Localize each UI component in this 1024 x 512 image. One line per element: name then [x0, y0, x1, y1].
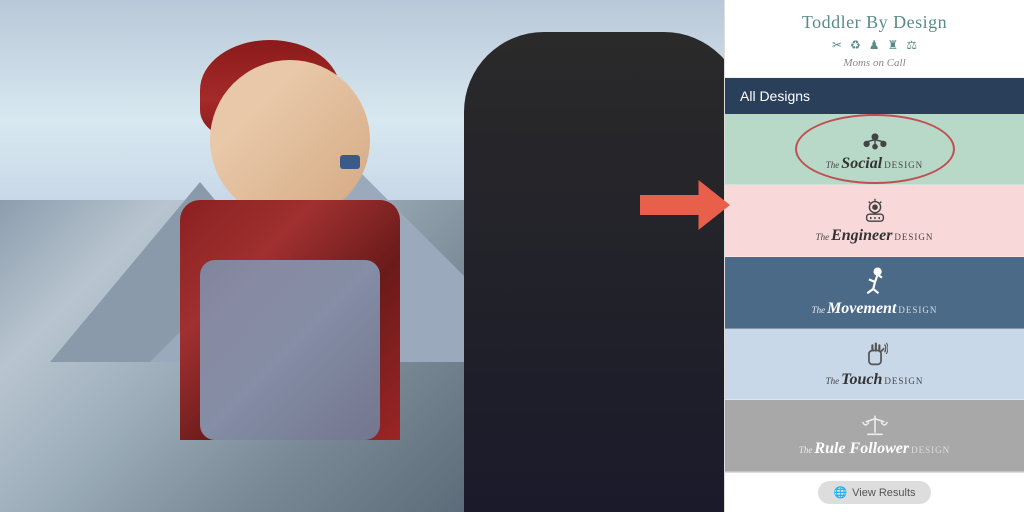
- design-item-touch[interactable]: The Touch Design: [725, 329, 1024, 401]
- movement-the: The: [812, 305, 826, 315]
- social-label: The Social Design: [826, 155, 923, 173]
- app-header: Toddler By Design ✂ ♻ ♟ ♜ ⚖ Moms on Call: [725, 0, 1024, 78]
- movement-icon: [862, 267, 888, 297]
- rule-follower-the: The: [799, 445, 813, 455]
- social-name: Social: [841, 155, 882, 173]
- app-subtitle: Moms on Call: [740, 57, 1009, 69]
- chess-icon: ♟: [869, 38, 880, 53]
- engineer-the: The: [816, 232, 830, 242]
- touch-label: The Touch Design: [826, 371, 924, 389]
- rook-icon: ♜: [888, 38, 899, 53]
- design-item-rule-follower[interactable]: The Rule Follower Design: [725, 400, 1024, 472]
- rule-follower-label: The Rule Follower Design: [799, 440, 950, 458]
- rule-follower-icon: [861, 413, 889, 437]
- social-network-icon: [861, 125, 889, 153]
- view-results-button[interactable]: 🌐 View Results: [818, 481, 930, 504]
- recycle-icon: ♻: [850, 38, 861, 53]
- app-icon-row: ✂ ♻ ♟ ♜ ⚖: [740, 38, 1009, 53]
- touch-name: Touch: [841, 371, 882, 389]
- view-results-label: View Results: [852, 487, 915, 499]
- design-list: The Social Design The Engin: [725, 114, 1024, 472]
- rule-follower-name: Rule Follower: [814, 440, 909, 458]
- design-item-movement[interactable]: The Movement Design: [725, 257, 1024, 329]
- arrow-indicator: [640, 180, 730, 230]
- touch-icon: [862, 340, 888, 368]
- all-designs-bar[interactable]: All Designs: [725, 78, 1024, 114]
- movement-design: Design: [898, 305, 937, 315]
- social-the: The: [826, 160, 840, 170]
- engineer-label: The Engineer Design: [816, 227, 934, 245]
- globe-icon: 🌐: [833, 486, 847, 499]
- scissors-icon: ✂: [832, 38, 842, 53]
- touch-the: The: [826, 376, 840, 386]
- all-designs-label: All Designs: [740, 88, 810, 104]
- social-design: Design: [884, 160, 923, 170]
- scale-icon: ⚖: [906, 38, 917, 53]
- engineer-name: Engineer: [831, 227, 892, 245]
- touch-design: Design: [884, 376, 923, 386]
- design-item-social[interactable]: The Social Design: [725, 114, 1024, 186]
- app-panel: Toddler By Design ✂ ♻ ♟ ♜ ⚖ Moms on Call…: [724, 0, 1024, 512]
- movement-label: The Movement Design: [812, 300, 938, 318]
- background-photo: [0, 0, 724, 512]
- movement-name: Movement: [827, 300, 896, 318]
- view-results-section: 🌐 View Results: [725, 472, 1024, 512]
- engineer-icon: [861, 196, 889, 224]
- app-title: Toddler By Design: [740, 12, 1009, 34]
- design-item-engineer[interactable]: The Engineer Design: [725, 185, 1024, 257]
- rule-follower-design: Design: [911, 445, 950, 455]
- engineer-design: Design: [894, 232, 933, 242]
